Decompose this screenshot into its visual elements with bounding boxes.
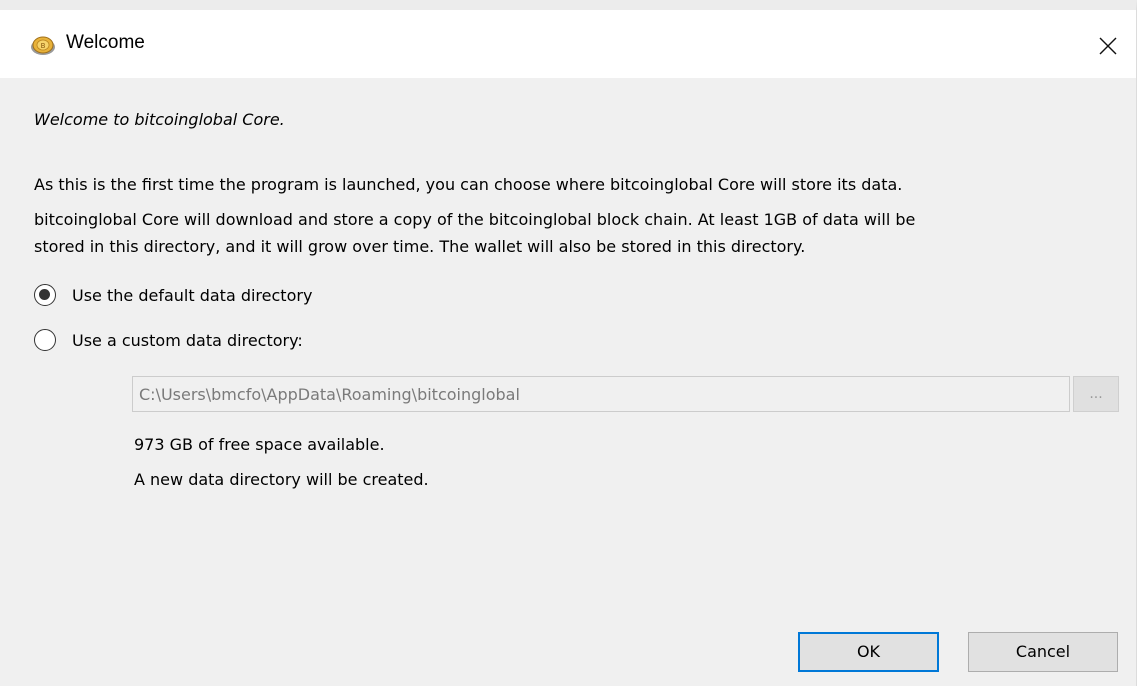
cancel-button[interactable]: Cancel xyxy=(968,632,1118,672)
close-icon xyxy=(1099,37,1117,55)
browse-button[interactable]: ... xyxy=(1073,376,1119,412)
svg-text:B: B xyxy=(41,42,46,50)
ok-button[interactable]: OK xyxy=(798,632,939,672)
window-title: Welcome xyxy=(66,32,145,53)
title-bar: B Welcome xyxy=(0,10,1136,78)
welcome-dialog: B Welcome Welcome to bitcoinglobal Core.… xyxy=(0,0,1137,686)
intro-text: As this is the first time the program is… xyxy=(34,175,903,194)
welcome-heading: Welcome to bitcoinglobal Core. xyxy=(34,110,285,129)
default-directory-label: Use the default data directory xyxy=(72,285,313,305)
custom-directory-radio[interactable] xyxy=(34,329,56,351)
default-directory-option[interactable]: Use the default data directory xyxy=(34,282,312,308)
bitcoinglobal-coin-icon: B xyxy=(31,36,55,55)
close-button[interactable] xyxy=(1086,22,1130,66)
default-directory-radio[interactable] xyxy=(34,284,56,306)
free-space-text: 973 GB of free space available. xyxy=(134,435,385,454)
description-text-line-1: bitcoinglobal Core will download and sto… xyxy=(34,210,916,229)
directory-status-text: A new data directory will be created. xyxy=(134,470,429,489)
description-text-line-2: stored in this directory, and it will gr… xyxy=(34,237,806,256)
data-directory-input[interactable] xyxy=(132,376,1070,412)
custom-directory-label: Use a custom data directory: xyxy=(72,330,303,350)
custom-directory-option[interactable]: Use a custom data directory: xyxy=(34,327,303,353)
